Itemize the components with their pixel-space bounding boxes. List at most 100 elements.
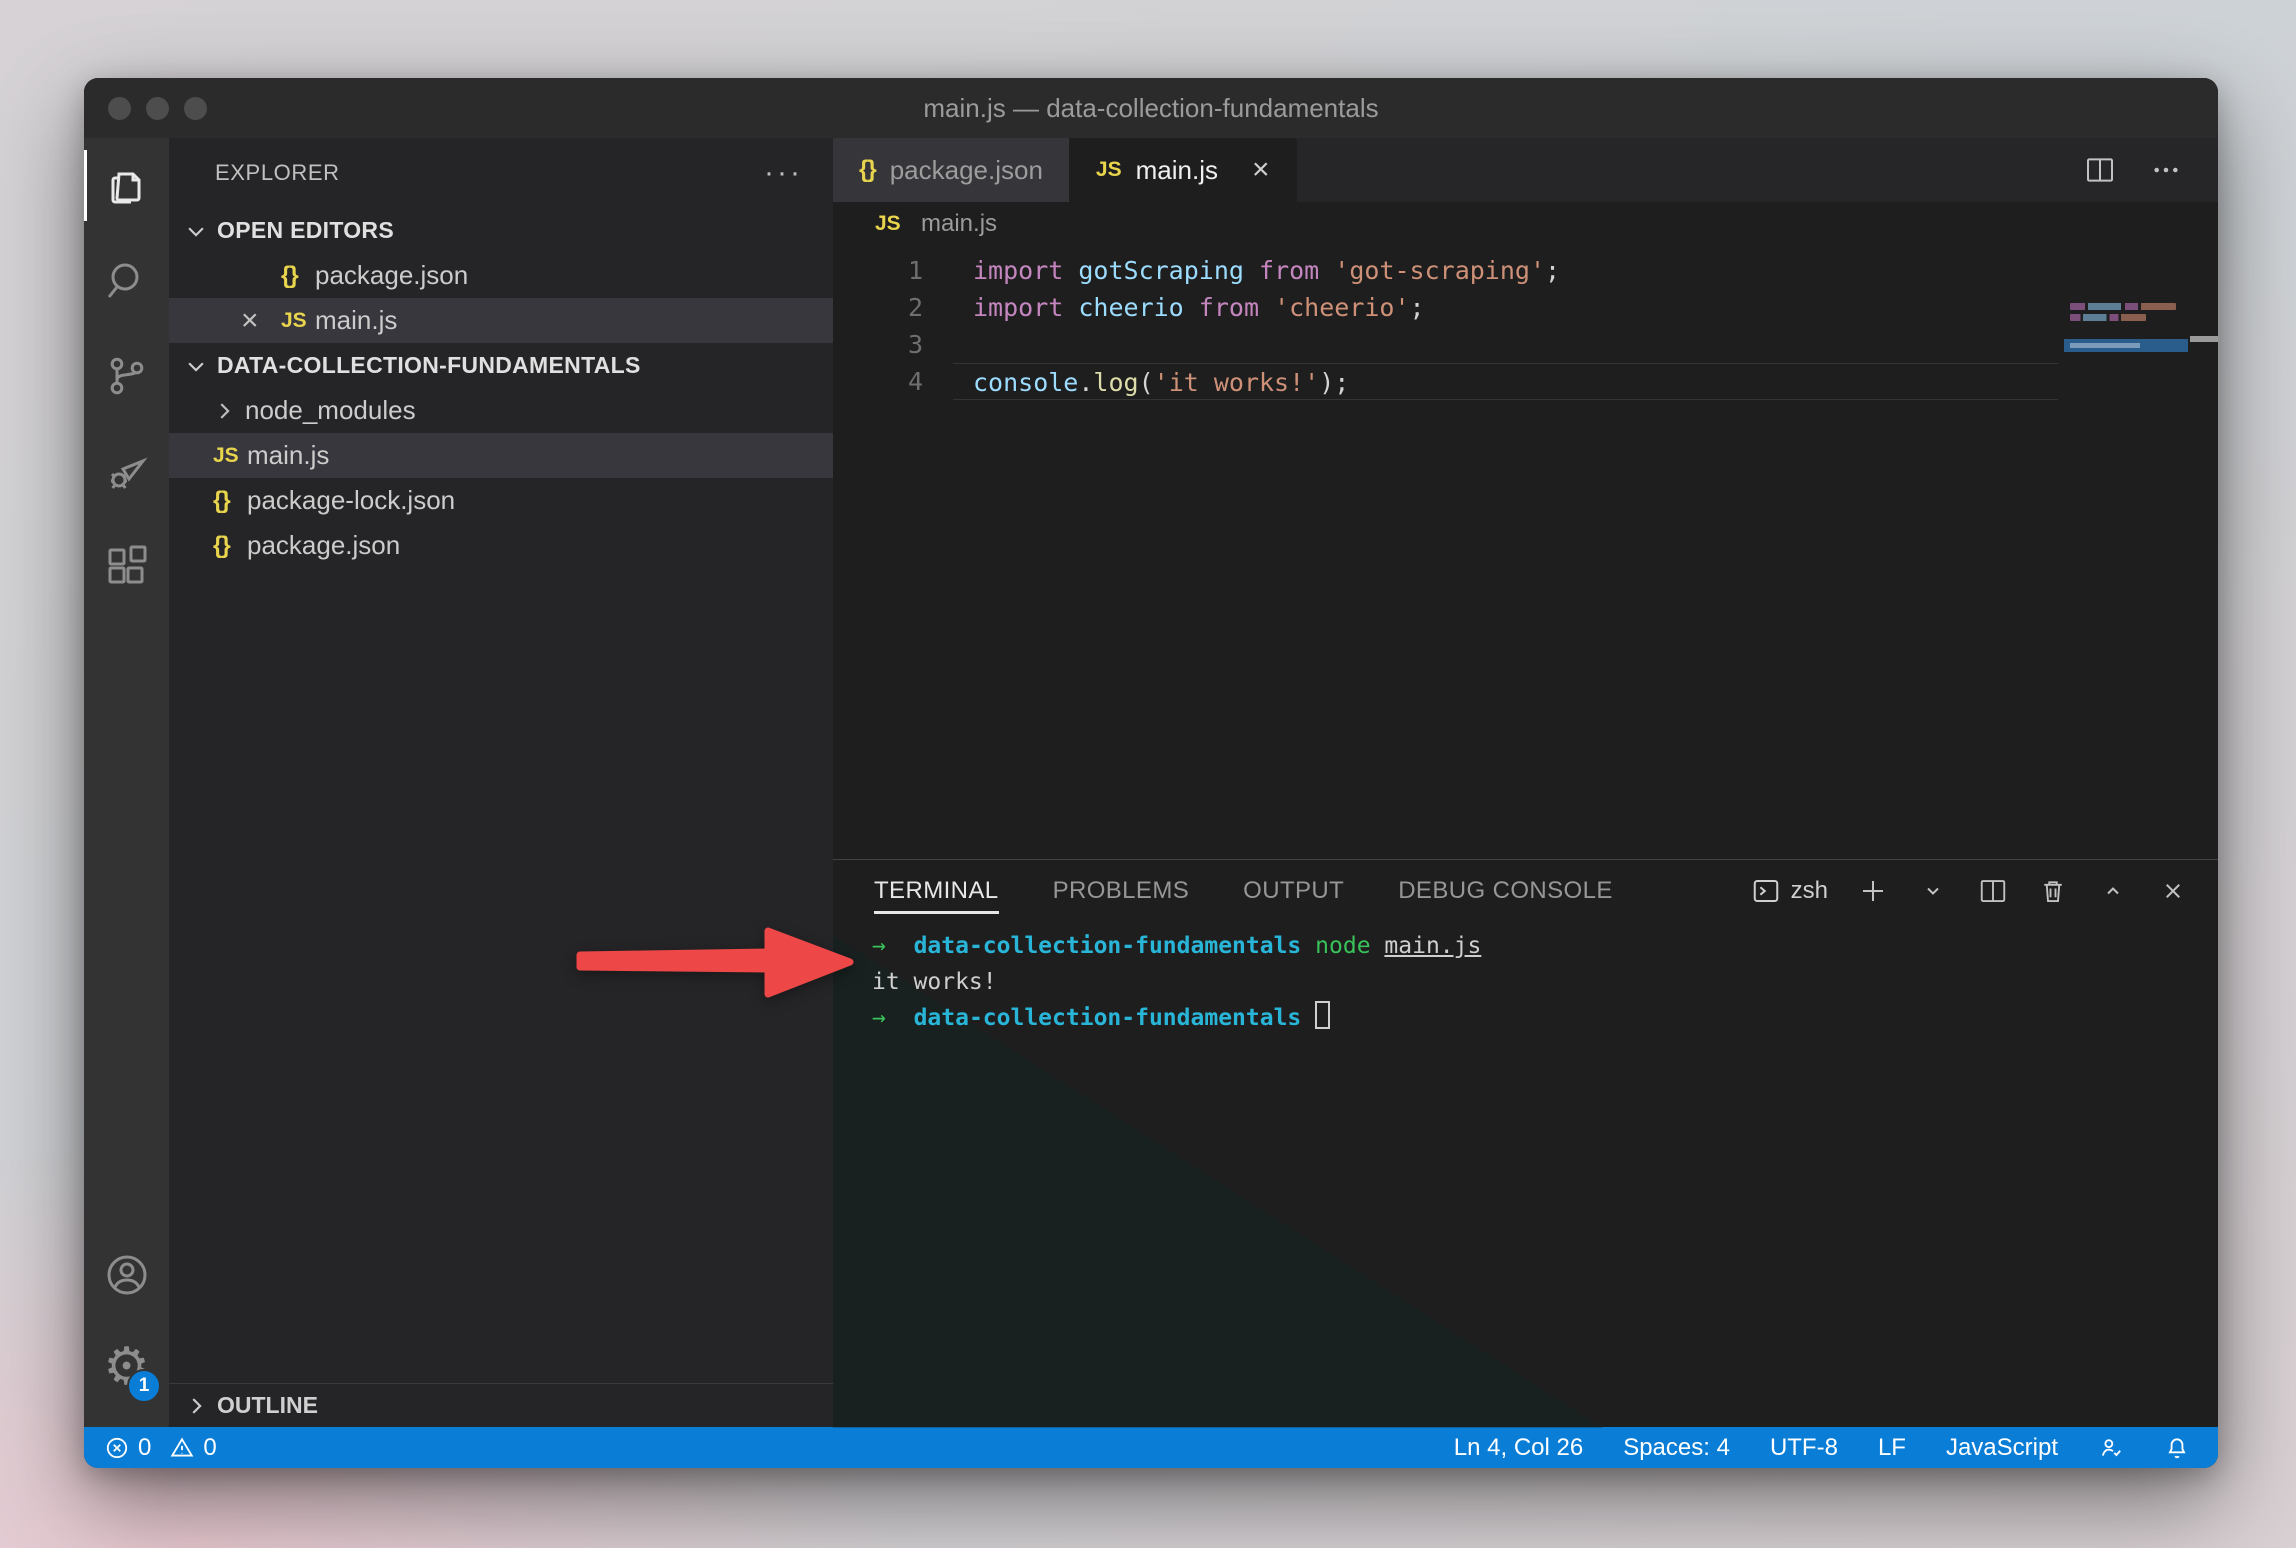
- chevron-down-icon: [185, 220, 207, 242]
- activity-run-debug-icon[interactable]: [84, 423, 169, 518]
- open-editors-list: ×{}package.json×JSmain.js: [169, 253, 833, 343]
- terminal-token: [1301, 933, 1315, 959]
- more-actions-icon[interactable]: [2150, 154, 2182, 186]
- code-line-content: import gotScraping from 'got-scraping';: [953, 252, 2058, 289]
- settings-gear-icon[interactable]: ⚙ 1: [84, 1321, 169, 1413]
- outline-section-header[interactable]: OUTLINE: [169, 1383, 833, 1427]
- tree-item[interactable]: node_modules: [169, 388, 833, 433]
- activity-source-control-icon[interactable]: [84, 328, 169, 423]
- file-label: main.js: [315, 305, 397, 336]
- breadcrumb[interactable]: JS main.js: [833, 202, 2218, 246]
- code-line[interactable]: 3: [833, 326, 2218, 363]
- file-label: node_modules: [245, 395, 416, 426]
- folder-tree: node_modules JSmain.js{}package-lock.json…: [169, 388, 833, 568]
- status-eol[interactable]: LF: [1878, 1434, 1906, 1462]
- sidebar-more-actions-icon[interactable]: ···: [764, 156, 803, 190]
- chevron-right-icon: [213, 400, 245, 422]
- notifications-bell-icon[interactable]: [2164, 1435, 2190, 1461]
- panel-header: TERMINAL PROBLEMS OUTPUT DEBUG CONSOLE zsh: [833, 860, 2218, 922]
- open-editors-section-header[interactable]: OPEN EDITORS: [169, 208, 833, 253]
- close-panel-icon[interactable]: [2158, 876, 2188, 906]
- feedback-icon[interactable]: [2098, 1435, 2124, 1461]
- code-token: [1244, 256, 1259, 285]
- close-window-button[interactable]: [108, 97, 131, 120]
- editor-tab-main.js[interactable]: JSmain.js×: [1070, 138, 1297, 202]
- new-terminal-icon[interactable]: [1858, 876, 1888, 906]
- terminal-token: [1371, 933, 1385, 959]
- title-bar: main.js — data-collection-fundamentals: [84, 78, 2218, 138]
- terminal-token: [886, 1005, 914, 1031]
- sidebar-header: EXPLORER ···: [169, 138, 833, 208]
- terminal-line: it works!: [872, 964, 2218, 1000]
- code-token: log: [1093, 368, 1138, 397]
- status-cursor-position[interactable]: Ln 4, Col 26: [1454, 1434, 1583, 1462]
- split-editor-icon[interactable]: [2084, 154, 2116, 186]
- terminal-icon: [1751, 876, 1781, 906]
- js-file-icon: JS: [875, 212, 909, 236]
- person-circle-icon: [103, 1251, 151, 1299]
- code-token: [1259, 293, 1274, 322]
- terminal-cursor: [1315, 1001, 1330, 1029]
- terminal-token: [1301, 1005, 1315, 1031]
- code-line[interactable]: 4console.log('it works!');: [833, 363, 2218, 400]
- zoom-window-button[interactable]: [184, 97, 207, 120]
- activity-search-icon[interactable]: [84, 233, 169, 328]
- overview-ruler-marker: [2190, 336, 2218, 342]
- code-token: console: [973, 368, 1078, 397]
- settings-badge: 1: [127, 1369, 161, 1403]
- editor-tab-package.json[interactable]: {}package.json: [833, 138, 1070, 202]
- terminal-line: → data-collection-fundamentals node main…: [872, 928, 2218, 964]
- json-file-icon: {}: [213, 487, 247, 515]
- open-editor-item[interactable]: ×JSmain.js: [169, 298, 833, 343]
- shell-label: zsh: [1791, 877, 1828, 905]
- tree-item[interactable]: JSmain.js: [169, 433, 833, 478]
- split-terminal-icon[interactable]: [1978, 876, 2008, 906]
- tree-item[interactable]: {}package.json: [169, 523, 833, 568]
- maximize-panel-chevron-up-icon[interactable]: [2098, 876, 2128, 906]
- code-editor[interactable]: 1import gotScraping from 'got-scraping';…: [833, 246, 2218, 859]
- js-file-icon: JS: [281, 309, 315, 333]
- code-token: (: [1139, 368, 1154, 397]
- activity-explorer-icon[interactable]: [84, 138, 169, 233]
- warning-icon: [169, 1435, 195, 1461]
- panel-tab-output[interactable]: OUTPUT: [1243, 860, 1344, 922]
- terminal-line: → data-collection-fundamentals: [872, 1000, 2218, 1036]
- editor-actions: [2084, 138, 2218, 202]
- tree-item[interactable]: {}package-lock.json: [169, 478, 833, 523]
- status-language-mode[interactable]: JavaScript: [1946, 1434, 2058, 1462]
- code-token: [1184, 293, 1199, 322]
- panel-tab-problems[interactable]: PROBLEMS: [1053, 860, 1190, 922]
- vscode-window: main.js — data-collection-fundamentals: [84, 78, 2218, 1468]
- file-label: package.json: [315, 260, 468, 291]
- minimap[interactable]: [2064, 246, 2188, 859]
- editor-tab-bar: {}package.jsonJSmain.js×: [833, 138, 2218, 202]
- status-indentation[interactable]: Spaces: 4: [1623, 1434, 1730, 1462]
- code-token: 'got-scraping': [1334, 256, 1545, 285]
- panel-tabs: TERMINAL PROBLEMS OUTPUT DEBUG CONSOLE: [874, 860, 1667, 922]
- close-tab-icon[interactable]: ×: [1252, 155, 1270, 185]
- code-token: ;: [1545, 256, 1560, 285]
- chevron-down-icon: [185, 355, 207, 377]
- kill-terminal-trash-icon[interactable]: [2038, 876, 2068, 906]
- activity-extensions-icon[interactable]: [84, 518, 169, 613]
- active-terminal-item[interactable]: zsh: [1751, 876, 1828, 906]
- line-number: 1: [833, 252, 953, 289]
- terminal-token: data-collection-fundamentals: [914, 933, 1302, 959]
- panel-tab-debug-console[interactable]: DEBUG CONSOLE: [1398, 860, 1613, 922]
- minimap-line: [2070, 303, 2176, 310]
- terminal-output[interactable]: → data-collection-fundamentals node main…: [833, 922, 2218, 1427]
- terminal-token: →: [872, 933, 886, 959]
- account-icon[interactable]: [84, 1229, 169, 1321]
- problems-status-item[interactable]: 0 0: [104, 1434, 217, 1462]
- panel-tab-terminal[interactable]: TERMINAL: [874, 860, 999, 922]
- code-line[interactable]: 1import gotScraping from 'got-scraping';: [833, 252, 2218, 289]
- status-encoding[interactable]: UTF-8: [1770, 1434, 1838, 1462]
- launch-profile-chevron-icon[interactable]: [1918, 876, 1948, 906]
- minimize-window-button[interactable]: [146, 97, 169, 120]
- open-editor-item[interactable]: ×{}package.json: [169, 253, 833, 298]
- folder-section-header[interactable]: DATA-COLLECTION-FUNDAMENTALS: [169, 343, 833, 388]
- code-line[interactable]: 2import cheerio from 'cheerio';: [833, 289, 2218, 326]
- folder-name-label: DATA-COLLECTION-FUNDAMENTALS: [217, 352, 641, 379]
- close-editor-icon[interactable]: ×: [241, 306, 281, 336]
- minimap-current-line-highlight: [2064, 339, 2188, 352]
